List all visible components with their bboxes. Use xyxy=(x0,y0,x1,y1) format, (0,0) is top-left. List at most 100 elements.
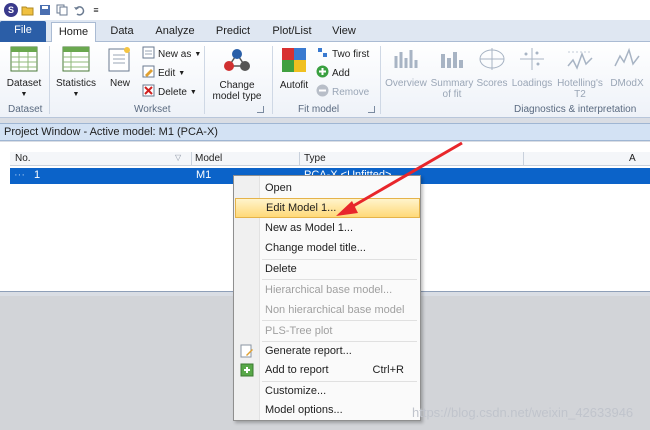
divider xyxy=(204,46,205,114)
dataset-button[interactable]: Dataset ▼ xyxy=(4,46,44,100)
dropdown-arrow-icon: ▼ xyxy=(194,50,202,58)
change-model-type-label-2: model type xyxy=(212,91,262,102)
dmodx-icon xyxy=(606,46,648,75)
change-model-type-label-1: Change xyxy=(219,80,255,91)
menu-item-non-hierarchical-base[interactable]: Non hierarchical base model xyxy=(235,300,420,320)
divider xyxy=(49,46,50,114)
hotellings-t2-button[interactable]: Hotelling's T2 xyxy=(554,46,606,100)
puzzle-icon xyxy=(276,46,312,77)
menu-item-generate-report[interactable]: Generate report... xyxy=(235,341,420,361)
edit-workset-button[interactable]: Edit ▼ xyxy=(142,65,185,81)
group-label-dataset: Dataset xyxy=(8,104,43,115)
column-header-no[interactable]: No. xyxy=(15,153,31,164)
edit-label: Edit xyxy=(158,67,176,79)
change-model-type-button[interactable]: Change model type xyxy=(207,46,267,102)
edit-icon xyxy=(142,65,155,81)
summary-icon xyxy=(430,46,474,75)
two-first-icon xyxy=(316,46,329,62)
delete-workset-button[interactable]: Delete ▼ xyxy=(142,84,197,100)
app-logo: S xyxy=(4,3,18,17)
menu-item-hierarchical-base[interactable]: Hierarchical base model... xyxy=(235,280,420,300)
new-label: New xyxy=(109,78,130,89)
overview-icon xyxy=(384,46,428,75)
sort-filter-icon[interactable]: ▽ xyxy=(175,153,181,162)
delete-icon xyxy=(142,84,155,100)
dropdown-arrow-icon: ▼ xyxy=(189,88,197,96)
watermark-text: https://blog.csdn.net/weixin_42633946 xyxy=(412,405,634,420)
workset-launcher-icon[interactable] xyxy=(257,106,264,113)
group-label-fit-model: Fit model xyxy=(298,104,340,115)
remove-icon xyxy=(316,84,329,100)
tree-line: ··· xyxy=(14,169,25,181)
add-component-button[interactable]: Add xyxy=(316,65,350,81)
statistics-label: Statistics xyxy=(55,78,96,89)
autofit-button[interactable]: Autofit xyxy=(276,46,312,91)
copy-icon[interactable] xyxy=(55,3,69,17)
loadings-button[interactable]: Loadings xyxy=(510,46,554,89)
summary-label-1: Summary xyxy=(430,78,474,89)
generate-report-label: Generate report... xyxy=(265,345,352,357)
new-workset-icon xyxy=(105,46,135,75)
menu-item-edit-model[interactable]: Edit Model 1... xyxy=(235,198,420,218)
menu-item-customize[interactable]: Customize... xyxy=(235,381,420,401)
row-model: M1 xyxy=(196,169,212,181)
dataset-icon xyxy=(4,46,44,75)
add-to-report-icon xyxy=(240,363,254,377)
project-window-title: Project Window - Active model: M1 (PCA-X… xyxy=(0,123,650,141)
two-first-button[interactable]: Two first xyxy=(316,46,369,62)
column-header-type[interactable]: Type xyxy=(304,153,326,164)
summary-label-2: of fit xyxy=(442,89,462,100)
menu-item-delete[interactable]: Delete xyxy=(235,259,420,279)
tab-data[interactable]: Data xyxy=(104,22,140,42)
tab-view[interactable]: View xyxy=(328,22,360,42)
scores-button[interactable]: Scores xyxy=(475,46,509,89)
statistics-icon xyxy=(53,46,99,75)
new-workset-button[interactable]: New xyxy=(105,46,135,89)
tab-predict[interactable]: Predict xyxy=(212,22,254,42)
open-folder-icon[interactable] xyxy=(21,3,35,17)
menu-item-new-as-model[interactable]: New as Model 1... xyxy=(235,218,420,238)
ribbon-home: Dataset ▼ Dataset Statistics ▼ New New a… xyxy=(0,42,650,118)
dataset-label: Dataset xyxy=(6,78,42,89)
group-label-workset: Workset xyxy=(134,104,171,115)
overview-button[interactable]: Overview xyxy=(384,46,428,89)
two-first-label: Two first xyxy=(332,48,370,60)
customize-qat-icon[interactable]: ≡ xyxy=(89,3,103,17)
undo-icon[interactable] xyxy=(72,3,86,17)
summary-of-fit-button[interactable]: Summary of fit xyxy=(430,46,474,100)
save-icon[interactable] xyxy=(38,3,52,17)
fit-model-launcher-icon[interactable] xyxy=(368,106,375,113)
menu-item-change-title[interactable]: Change model title... xyxy=(235,238,420,258)
statistics-button[interactable]: Statistics ▼ xyxy=(53,46,99,100)
column-header-a[interactable]: A xyxy=(629,153,636,164)
loadings-label: Loadings xyxy=(511,78,553,89)
context-menu: Open Edit Model 1... New as Model 1... C… xyxy=(233,175,421,421)
tab-plot-list[interactable]: Plot/List xyxy=(268,22,316,42)
overview-label: Overview xyxy=(385,78,427,89)
shortcut-label: Ctrl+R xyxy=(372,364,404,376)
molecule-icon xyxy=(207,46,267,77)
tab-analyze[interactable]: Analyze xyxy=(152,22,198,42)
menu-item-pls-tree-plot[interactable]: PLS-Tree plot xyxy=(235,321,420,341)
ribbon-tabs: File Home Data Analyze Predict Plot/List… xyxy=(0,20,650,43)
quick-access-toolbar: S ≡ xyxy=(0,0,650,20)
divider xyxy=(299,152,300,166)
new-as-button[interactable]: New as ▼ xyxy=(142,46,201,62)
tab-file[interactable]: File xyxy=(0,21,46,42)
add-to-report-label: Add to report xyxy=(265,364,329,376)
divider xyxy=(191,152,192,166)
scores-icon xyxy=(475,46,509,75)
dropdown-arrow-icon: ▼ xyxy=(20,91,28,98)
menu-item-add-to-report[interactable]: Add to report Ctrl+R xyxy=(235,360,420,380)
dmodx-button[interactable]: DModX xyxy=(606,46,648,89)
delete-label: Delete xyxy=(158,86,187,98)
add-label: Add xyxy=(332,67,350,79)
remove-component-button[interactable]: Remove xyxy=(316,84,369,100)
column-header-model[interactable]: Model xyxy=(195,153,222,164)
add-icon xyxy=(316,65,329,81)
tab-home[interactable]: Home xyxy=(51,22,96,43)
menu-item-open[interactable]: Open xyxy=(235,178,420,198)
loadings-icon xyxy=(510,46,554,75)
group-label-diagnostics: Diagnostics & interpretation xyxy=(514,104,637,115)
menu-item-model-options[interactable]: Model options... xyxy=(235,400,420,420)
